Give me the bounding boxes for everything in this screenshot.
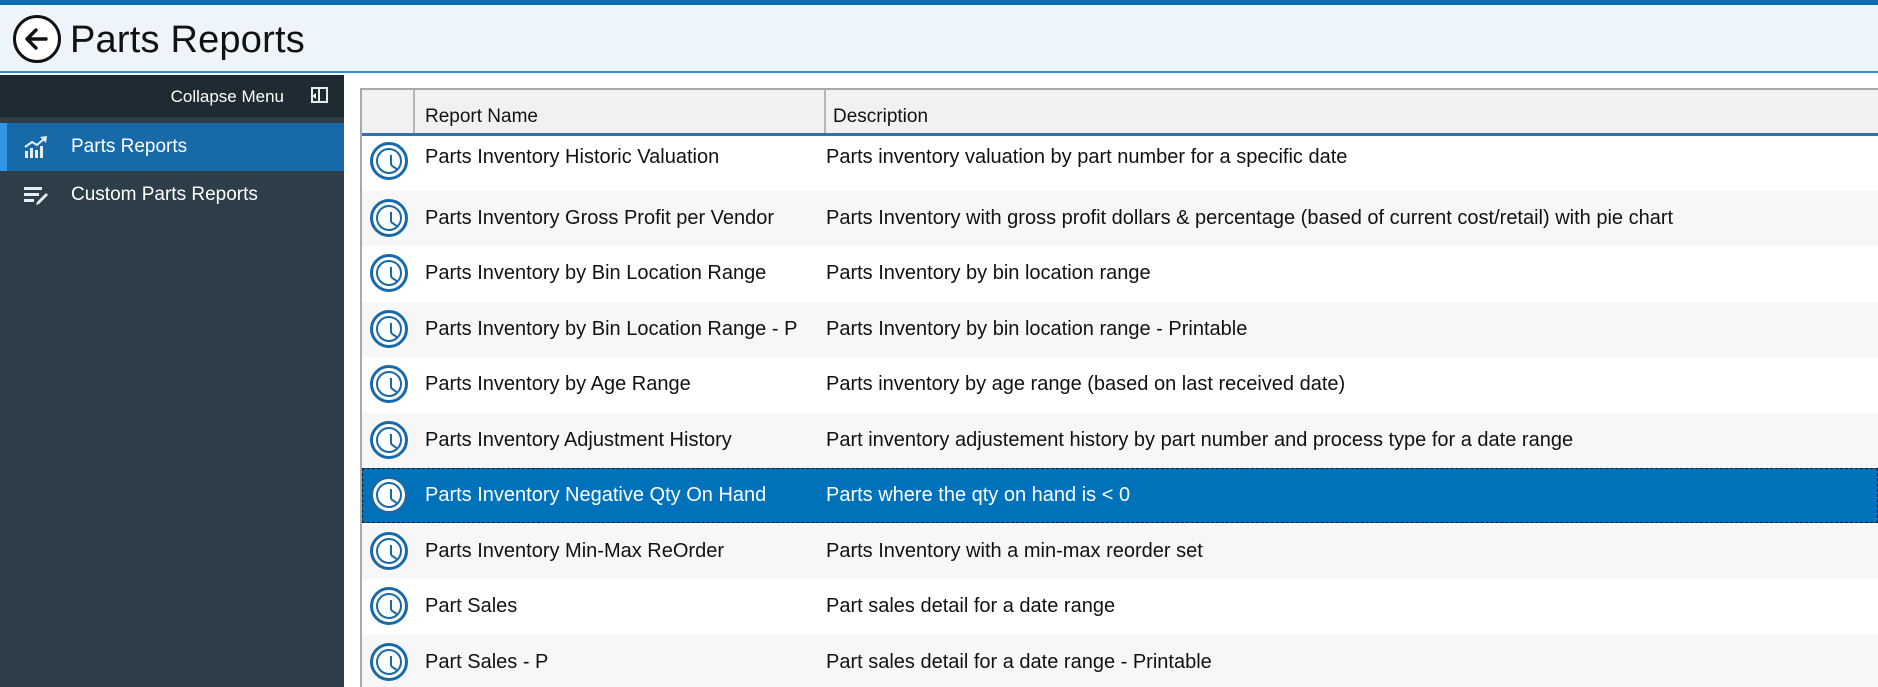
clock-icon[interactable]: [370, 476, 408, 514]
collapse-menu-icon[interactable]: [311, 87, 328, 103]
sidebar-item-parts-reports[interactable]: Parts Reports: [0, 123, 344, 171]
table-row[interactable]: Parts Inventory Historic Valuation Parts…: [362, 136, 1878, 191]
report-description: Parts Inventory by bin location range - …: [826, 318, 1248, 340]
report-name: Parts Inventory Negative Qty On Hand: [425, 484, 767, 506]
reports-grid: Report Name Description Parts Inventory …: [360, 88, 1878, 687]
report-description: Part sales detail for a date range - Pri…: [826, 651, 1212, 673]
table-row[interactable]: Parts Inventory by Bin Location Range - …: [362, 302, 1878, 357]
report-name: Parts Inventory by Age Range: [425, 373, 691, 395]
clock-icon[interactable]: [370, 199, 408, 237]
back-arrow-icon[interactable]: [13, 15, 61, 63]
column-header-label: Report Name: [425, 106, 538, 127]
table-row[interactable]: Parts Inventory by Age Range Parts inven…: [362, 357, 1878, 412]
column-header-description[interactable]: Description: [826, 90, 1878, 133]
report-name: Part Sales: [425, 595, 518, 617]
report-name: Parts Inventory Historic Valuation: [425, 146, 720, 168]
report-description: Parts Inventory with a min-max reorder s…: [826, 540, 1203, 562]
collapse-menu-bar[interactable]: Collapse Menu: [0, 75, 344, 117]
collapse-menu-label[interactable]: Collapse Menu: [171, 87, 284, 107]
sidebar-item-custom-parts-reports[interactable]: Custom Parts Reports: [0, 171, 344, 219]
clock-icon[interactable]: [370, 421, 408, 459]
table-row-selected[interactable]: Parts Inventory Negative Qty On Hand Par…: [362, 468, 1878, 523]
table-row[interactable]: Parts Inventory Min-Max ReOrder Parts In…: [362, 524, 1878, 579]
page-header: Parts Reports: [0, 5, 1878, 73]
clock-icon[interactable]: [370, 643, 408, 681]
table-row[interactable]: Parts Inventory Adjustment History Part …: [362, 413, 1878, 468]
table-row[interactable]: Parts Inventory by Bin Location Range Pa…: [362, 246, 1878, 301]
clock-icon[interactable]: [370, 310, 408, 348]
table-row[interactable]: Part Sales - P Part sales detail for a d…: [362, 635, 1878, 687]
sidebar-item-label: Custom Parts Reports: [71, 184, 258, 205]
report-name: Parts Inventory by Bin Location Range: [425, 262, 767, 284]
clock-icon[interactable]: [370, 142, 408, 180]
sidebar-item-label: Parts Reports: [71, 136, 188, 157]
clock-icon[interactable]: [370, 587, 408, 625]
report-name: Parts Inventory Min-Max ReOrder: [425, 540, 724, 562]
chart-trend-icon: [24, 136, 47, 158]
report-name: Parts Inventory Adjustment History: [425, 429, 732, 451]
report-name: Parts Inventory Gross Profit per Vendor: [425, 207, 775, 229]
report-description: Parts inventory valuation by part number…: [826, 146, 1348, 168]
column-header-icon[interactable]: [362, 90, 415, 133]
report-description: Parts Inventory with gross profit dollar…: [826, 207, 1674, 229]
report-name: Parts Inventory by Bin Location Range - …: [425, 318, 798, 340]
column-header-label: Description: [833, 106, 929, 127]
report-name: Part Sales - P: [425, 651, 549, 673]
column-header-report-name[interactable]: Report Name: [415, 90, 826, 133]
page-title: Parts Reports: [70, 19, 305, 61]
sidebar: Collapse Menu Parts Reports Custom Parts…: [0, 75, 344, 687]
report-description: Part inventory adjustement history by pa…: [826, 429, 1574, 451]
grid-header: Report Name Description: [362, 90, 1878, 136]
report-description: Parts Inventory by bin location range: [826, 262, 1151, 284]
report-description: Parts where the qty on hand is < 0: [826, 484, 1131, 506]
clock-icon[interactable]: [370, 365, 408, 403]
table-row[interactable]: Part Sales Part sales detail for a date …: [362, 579, 1878, 634]
report-description: Part sales detail for a date range: [826, 595, 1116, 617]
clock-icon[interactable]: [370, 254, 408, 292]
clock-icon[interactable]: [370, 532, 408, 570]
list-edit-icon: [24, 187, 48, 205]
report-description: Parts inventory by age range (based on l…: [826, 373, 1346, 395]
table-row[interactable]: Parts Inventory Gross Profit per Vendor …: [362, 191, 1878, 246]
